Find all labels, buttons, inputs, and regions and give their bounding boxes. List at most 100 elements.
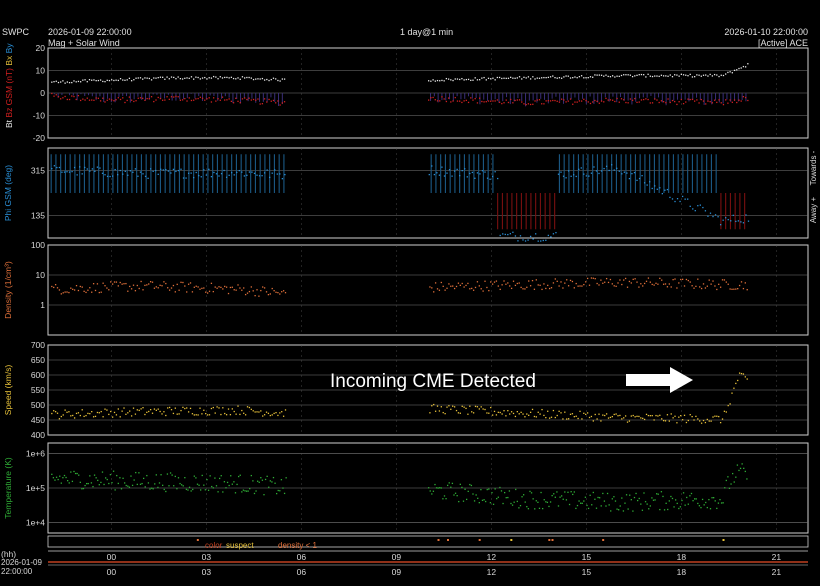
bz-point <box>206 98 208 100</box>
dens-point <box>712 280 714 282</box>
bz-point <box>146 97 148 100</box>
flag-mark <box>437 539 440 541</box>
speed-point <box>547 410 549 412</box>
speed-point <box>102 416 104 418</box>
temp-point <box>724 487 726 489</box>
speed-point <box>737 379 739 382</box>
dens-point <box>678 282 680 284</box>
dens-point <box>507 282 509 284</box>
temp-point <box>622 510 625 512</box>
speed-point <box>615 413 617 415</box>
speed-point <box>444 412 446 415</box>
phi-point <box>646 184 648 186</box>
speed-point <box>685 421 688 424</box>
bz-point <box>257 98 259 100</box>
time-tick-top: 06 <box>297 552 307 562</box>
phi-point <box>681 195 684 198</box>
bz-point <box>432 96 434 99</box>
temp-point <box>95 477 97 479</box>
temp-point <box>518 507 520 509</box>
phi-point <box>545 239 547 241</box>
bt-point <box>456 78 459 80</box>
bt-point <box>623 74 625 76</box>
bt-point <box>636 74 638 76</box>
bt-point <box>718 75 720 78</box>
temp-point <box>135 471 137 474</box>
speed-point <box>476 406 479 408</box>
temp-point <box>268 486 270 488</box>
dens-point <box>157 287 159 289</box>
bz-point <box>512 102 514 104</box>
bz-point <box>124 101 126 104</box>
bt-point <box>215 76 217 78</box>
ytick-speed-3: 550 <box>31 385 45 395</box>
speed-point <box>548 417 551 419</box>
bt-point <box>146 77 148 79</box>
temp-point <box>523 494 525 496</box>
speed-point <box>151 412 154 414</box>
phi-point <box>175 170 177 173</box>
bz-point <box>266 101 268 103</box>
temp-point <box>71 480 74 483</box>
bt-point <box>716 74 718 76</box>
temp-point <box>163 488 165 491</box>
phi-point <box>238 169 240 172</box>
dens-point <box>110 281 112 283</box>
bz-point <box>476 102 479 104</box>
speed-point <box>284 409 287 411</box>
speed-point <box>96 411 99 414</box>
mag-ylabel: Bt Bz GSM (nT) Bx By <box>4 43 14 128</box>
speed-point <box>277 414 279 417</box>
panel-frame-phi <box>47 147 809 239</box>
dens-point <box>617 282 619 284</box>
phi-point <box>431 165 433 167</box>
speed-point <box>446 406 448 408</box>
bt-point <box>430 80 432 82</box>
speed-point <box>70 415 72 417</box>
bt-point <box>190 76 193 78</box>
temp-point <box>700 506 702 509</box>
bz-point <box>130 99 133 101</box>
temp-point <box>84 484 86 487</box>
dens-point <box>706 285 708 287</box>
bz-point <box>244 97 246 99</box>
phi-point <box>535 233 537 235</box>
bz-point <box>727 102 729 104</box>
speed-point <box>178 413 180 415</box>
temp-point <box>637 499 639 502</box>
bz-point <box>461 101 463 104</box>
phi-point <box>165 168 167 171</box>
dens-point <box>53 286 55 289</box>
bt-point <box>237 77 239 79</box>
bz-point <box>583 98 585 100</box>
dens-point <box>742 287 745 290</box>
temp-point <box>103 483 105 486</box>
bt-point <box>729 71 731 73</box>
speed-point <box>134 413 137 415</box>
ytick-speed-2: 600 <box>31 370 45 380</box>
bz-point <box>747 99 749 102</box>
speed-point <box>526 413 528 415</box>
temp-point <box>97 479 99 482</box>
speed-point <box>130 415 133 417</box>
phi-point <box>195 171 197 174</box>
temp-point <box>93 474 96 476</box>
phi-point <box>661 193 663 195</box>
temp-point <box>200 489 202 491</box>
phi-point <box>109 175 111 178</box>
temp-point <box>624 502 626 504</box>
bt-point <box>611 75 614 77</box>
dens-point <box>87 289 89 291</box>
bt-point <box>552 75 554 77</box>
temp-point <box>160 474 162 476</box>
temp-point <box>477 497 479 499</box>
temp-point <box>621 497 623 499</box>
speed-point <box>699 420 701 422</box>
temp-point <box>65 476 67 479</box>
bz-point <box>607 99 609 101</box>
bz-point <box>445 100 448 103</box>
speed-point <box>472 412 475 414</box>
phi-point <box>68 171 71 173</box>
bt-point <box>691 76 694 78</box>
temp-point <box>100 481 102 484</box>
